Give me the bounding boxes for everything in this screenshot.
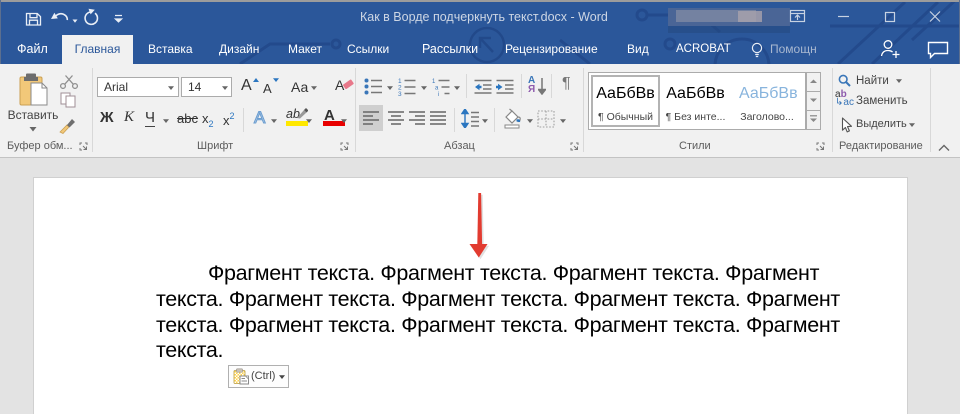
svg-text:1: 1 <box>432 79 436 85</box>
svg-text:3: 3 <box>398 91 402 96</box>
svg-text:a: a <box>435 86 439 92</box>
svg-text:i: i <box>438 92 439 96</box>
